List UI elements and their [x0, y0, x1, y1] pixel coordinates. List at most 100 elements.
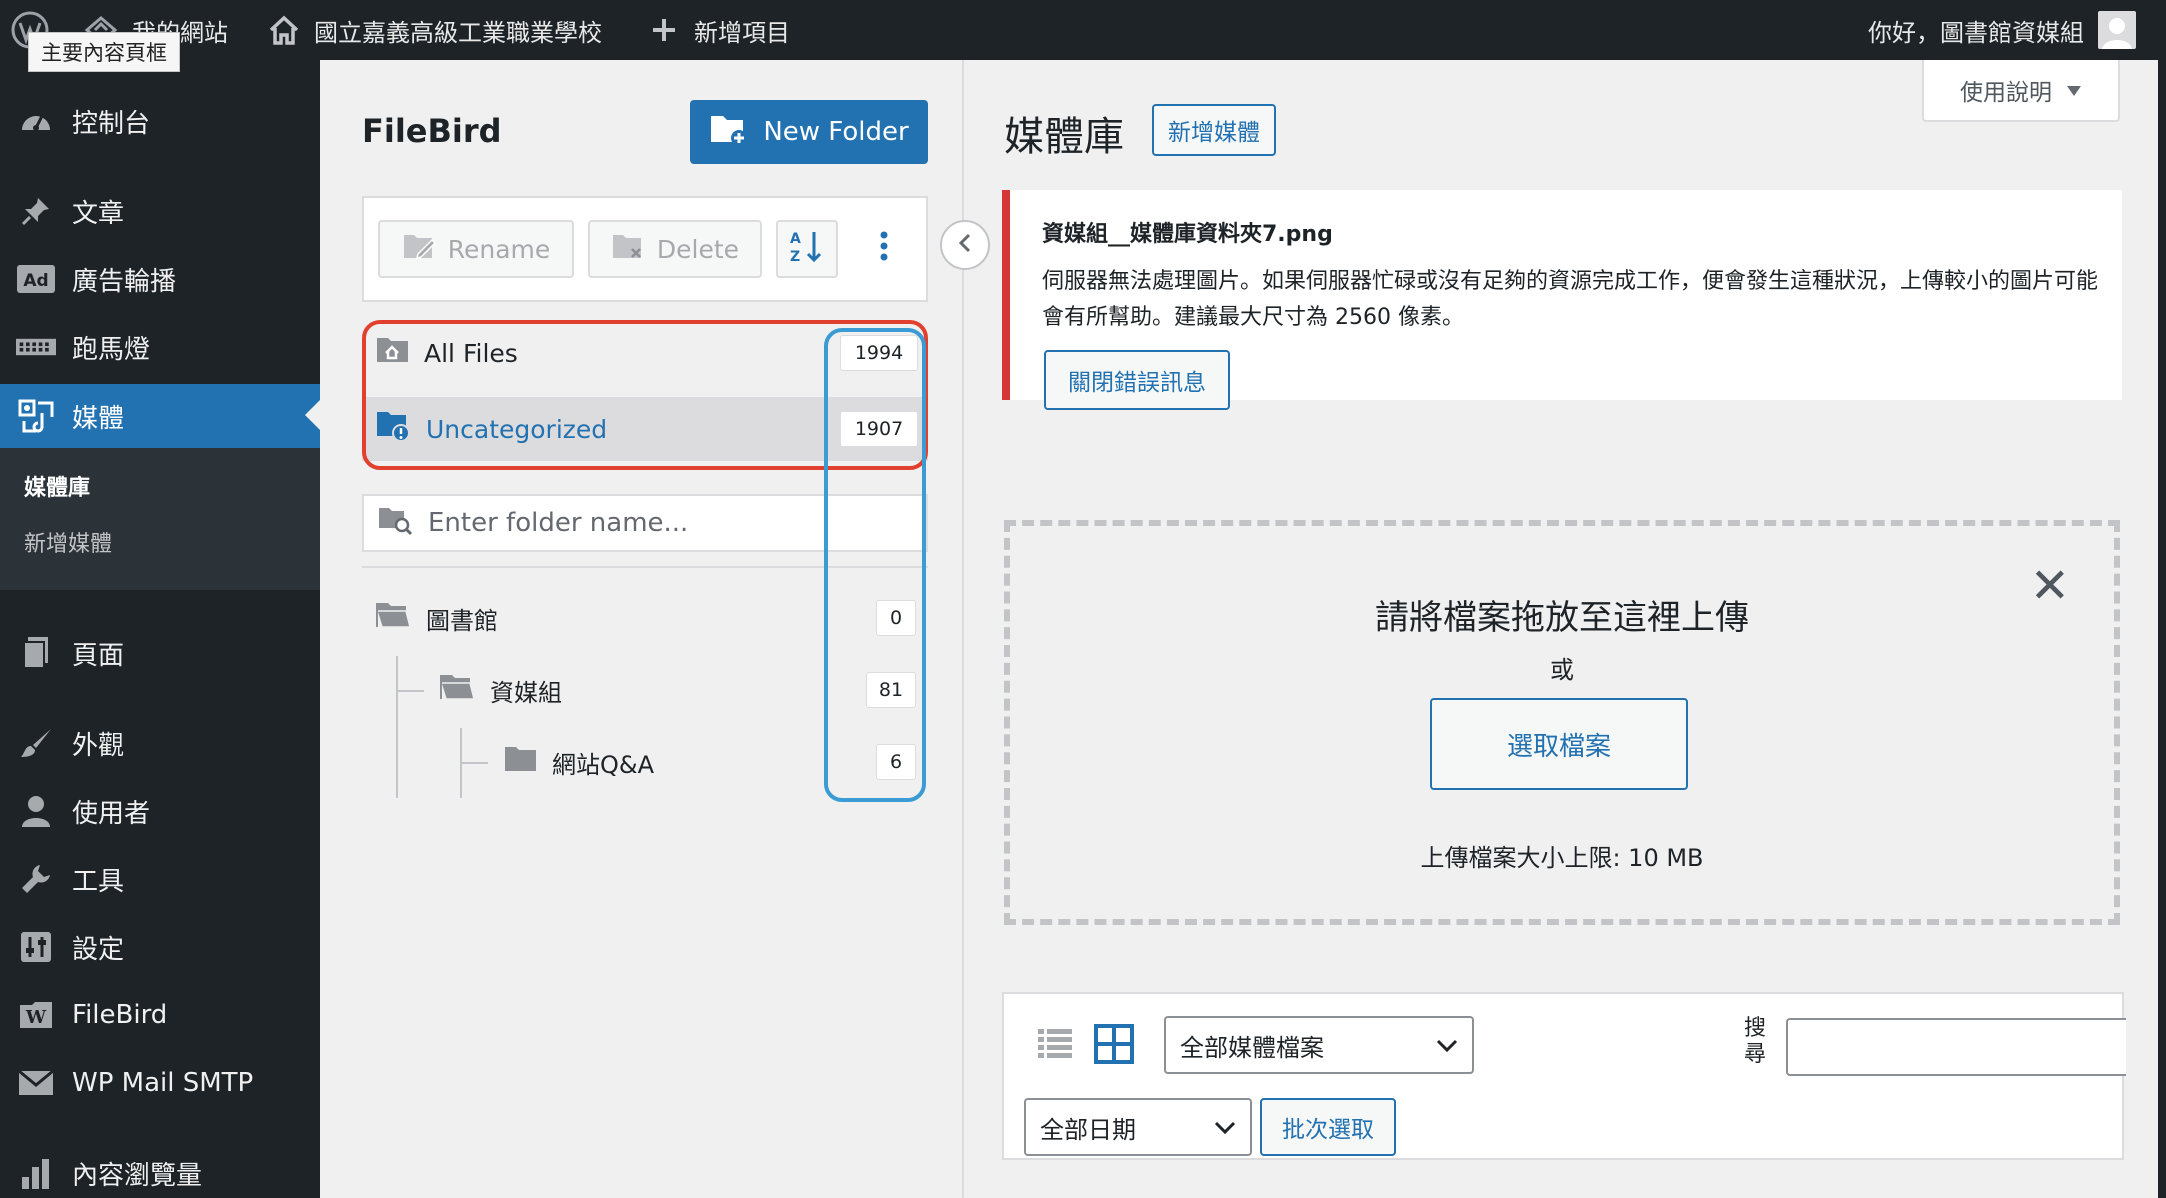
admin-sidebar: 控制台 文章 Ad 廣告輪播 跑馬燈 媒體 媒體庫 新增媒體 頁面 外觀 使用者… [0, 60, 320, 1198]
sidebar-item-filebird[interactable]: W FileBird [0, 984, 320, 1046]
avatar [2098, 11, 2136, 49]
add-media-button[interactable]: 新增媒體 [1152, 104, 1276, 156]
sidebar-item-settings[interactable]: 設定 [0, 916, 320, 978]
collapse-panel-button[interactable] [940, 220, 990, 270]
sidebar-item-ads[interactable]: Ad 廣告輪播 [0, 248, 320, 310]
caret-down-icon [2066, 77, 2082, 103]
school-name-label: 國立嘉義高級工業職業學校 [314, 18, 602, 47]
folder-label: 網站Q&A [552, 750, 655, 779]
date-select[interactable]: 全部日期 [1024, 1098, 1252, 1156]
home-folder-icon [376, 336, 410, 370]
settings-icon [16, 932, 56, 962]
folder-toolbar: Rename Delete AZ [362, 196, 928, 302]
all-files-count: 1994 [840, 335, 918, 371]
new-folder-label: New Folder [763, 117, 909, 147]
school-home-link[interactable]: 國立嘉義高級工業職業學校 [268, 0, 602, 60]
folder-count: 6 [876, 744, 916, 780]
date-value: 全部日期 [1040, 1115, 1136, 1144]
sidebar-item-appearance[interactable]: 外觀 [0, 712, 320, 774]
window-edge [2158, 60, 2166, 1198]
home-icon [268, 15, 300, 45]
greeting-label: 你好，圖書館資媒組 [1868, 18, 2084, 47]
new-item-label: 新增項目 [694, 18, 790, 47]
upload-title: 請將檔案拖放至這裡上傳 [1375, 598, 1749, 638]
tree-connector [396, 656, 398, 798]
sidebar-item-label: FileBird [72, 1000, 168, 1030]
sidebar-item-pages[interactable]: 頁面 [0, 622, 320, 684]
media-library-main: 使用說明 媒體庫 新增媒體 資媒組__媒體庫資料夾7.png 伺服器無法處理圖片… [966, 60, 2166, 1198]
upload-drop-zone[interactable]: ✕ 請將檔案拖放至這裡上傳 或 選取檔案 上傳檔案大小上限: 10 MB [1004, 520, 2120, 925]
folder-search-input[interactable] [428, 508, 888, 538]
rename-label: Rename [447, 234, 551, 264]
wordpress-icon: W [16, 999, 56, 1031]
sidebar-item-media[interactable]: 媒體 [0, 384, 320, 448]
rename-button[interactable]: Rename [378, 220, 574, 278]
submenu-item-library[interactable]: 媒體庫 [24, 470, 90, 502]
more-options-button[interactable] [856, 220, 912, 278]
sidebar-item-label: 使用者 [72, 798, 151, 829]
media-type-select[interactable]: 全部媒體檔案 [1164, 1016, 1474, 1074]
all-files-label: All Files [424, 338, 518, 368]
bulk-select-button[interactable]: 批次選取 [1260, 1098, 1396, 1156]
brush-icon [16, 727, 56, 759]
delete-label: Delete [656, 234, 740, 264]
select-files-button[interactable]: 選取檔案 [1430, 698, 1688, 790]
sidebar-item-label: WP Mail SMTP [72, 1068, 254, 1098]
sidebar-item-tools[interactable]: 工具 [0, 848, 320, 910]
help-tab-button[interactable]: 使用說明 [1922, 60, 2120, 122]
sidebar-item-label: 頁面 [72, 640, 125, 671]
sidebar-item-dashboard[interactable]: 控制台 [0, 90, 320, 152]
sidebar-item-wp-mail-smtp[interactable]: WP Mail SMTP [0, 1052, 320, 1114]
chevron-down-icon [1214, 1113, 1236, 1141]
sidebar-item-label: 跑馬燈 [72, 334, 151, 365]
chevron-left-icon [957, 233, 973, 257]
list-view-icon[interactable] [1036, 1026, 1074, 1068]
media-search-input[interactable] [1786, 1018, 2126, 1076]
sidebar-item-label: 設定 [72, 934, 125, 965]
page-title: 媒體庫 [1004, 114, 1124, 160]
sidebar-item-label: 內容瀏覽量 [72, 1160, 203, 1191]
sidebar-item-label: 廣告輪播 [72, 266, 177, 297]
folder-library[interactable]: 圖書館 [375, 593, 498, 643]
tree-connector [460, 762, 488, 764]
submenu-item-add-new[interactable]: 新增媒體 [24, 526, 112, 558]
folder-website-qa[interactable]: 網站Q&A [504, 737, 654, 787]
sidebar-item-marquee[interactable]: 跑馬燈 [0, 316, 320, 378]
marquee-icon [16, 334, 56, 360]
delete-button[interactable]: Delete [588, 220, 762, 278]
folder-icon [504, 745, 538, 779]
sidebar-item-page-views[interactable]: 內容瀏覽量 [0, 1142, 320, 1198]
tooltip: 主要內容頁框 [28, 32, 180, 72]
user-icon [16, 795, 56, 827]
uncategorized-folder-icon [376, 410, 412, 448]
notice-message: 伺服器無法處理圖片。如果伺服器忙碌或沒有足夠的資源完成工作，便會發生這種狀況，上… [1042, 269, 2099, 330]
notice-filename: 資媒組__媒體庫資料夾7.png [1042, 222, 1333, 247]
media-icon [16, 399, 56, 433]
tree-connector [396, 690, 424, 692]
sort-button[interactable]: AZ [776, 220, 838, 278]
folder-media-group[interactable]: 資媒組 [439, 665, 562, 715]
folder-label: 圖書館 [426, 606, 498, 635]
upload-error-notice: 資媒組__媒體庫資料夾7.png 伺服器無法處理圖片。如果伺服器忙碌或沒有足夠的… [1002, 190, 2122, 410]
dismiss-error-button[interactable]: 關閉錯誤訊息 [1044, 350, 1230, 410]
upload-or-text: 或 [1550, 656, 1574, 684]
chevron-down-icon [1436, 1031, 1458, 1059]
svg-text:Z: Z [790, 249, 800, 264]
grid-view-icon[interactable] [1094, 1024, 1134, 1068]
delete-folder-icon [611, 232, 645, 266]
sidebar-item-posts[interactable]: 文章 [0, 180, 320, 242]
sidebar-item-users[interactable]: 使用者 [0, 780, 320, 842]
mail-icon [16, 1068, 56, 1098]
new-folder-button[interactable]: New Folder [690, 100, 928, 164]
more-vertical-icon [879, 230, 889, 268]
folder-count: 81 [866, 672, 916, 708]
folder-open-icon [439, 673, 476, 707]
my-account-link[interactable]: 你好，圖書館資媒組 [1868, 0, 2136, 60]
new-item-link[interactable]: 新增項目 [650, 0, 790, 60]
sidebar-item-label: 外觀 [72, 730, 125, 761]
dashboard-icon [16, 106, 56, 136]
folder-plus-icon [709, 112, 749, 153]
search-label: 搜尋 [1743, 1016, 1766, 1067]
plus-icon [650, 16, 678, 44]
folder-search-box [362, 494, 928, 552]
